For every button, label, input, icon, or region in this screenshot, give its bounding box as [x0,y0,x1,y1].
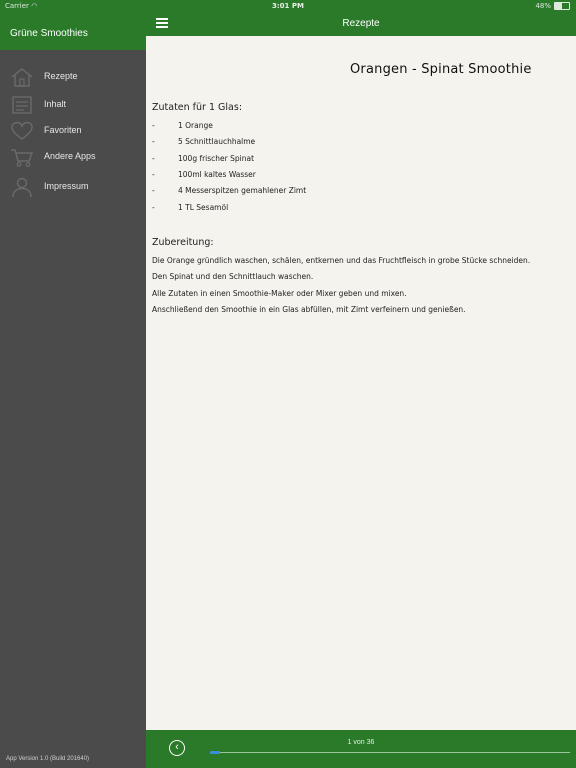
sidebar-title: Grüne Smoothies [10,28,88,39]
sidebar-item-andere-apps[interactable]: Andere Apps [0,146,146,170]
ingredient-text: 100g frischer Spinat [178,154,255,163]
ingredient-text: 1 TL Sesamöl [178,203,229,212]
preparation-step: Die Orange gründlich waschen, schälen, e… [152,256,531,265]
page-slider-track[interactable] [210,752,570,753]
sidebar-item-label: Impressum [44,181,89,191]
preparation-heading: Zubereitung: [152,237,214,248]
battery-icon [554,2,570,10]
ingredient-text: 4 Messerspitzen gemahlener Zimt [178,186,307,195]
list-dash: - [152,154,155,163]
list-dash: - [152,121,155,130]
sidebar-item-label: Rezepte [44,71,78,81]
shopping-cart-icon [10,146,34,168]
list-dash: - [152,137,155,146]
navigation-bar: Rezepte [146,12,576,36]
battery-percent: 48% [535,2,551,10]
preparation-step: Alle Zutaten in einen Smoothie-Maker ode… [152,289,407,298]
person-icon [10,176,34,198]
page-indicator: 1 von 36 [347,739,375,746]
house-icon [10,66,34,88]
page-slider-fill [210,751,220,754]
list-dash: - [152,203,155,212]
status-bar: Carrier ◠ 3:01 PM 48% [0,0,576,12]
sidebar-item-label: Favoriten [44,125,82,135]
page-title: Rezepte [342,18,380,29]
ingredient-text: 100ml kaltes Wasser [178,170,256,179]
preparation-step: Den Spinat und den Schnittlauch waschen. [152,272,314,281]
list-dash: - [152,170,155,179]
ingredient-text: 1 Orange [178,121,213,130]
pager-bar: ‹ 1 von 36 [146,730,576,768]
sidebar: Grüne Smoothies Rezepte Inhalt Favoriten… [0,0,146,768]
status-time: 3:01 PM [272,2,304,10]
ingredients-heading: Zutaten für 1 Glas: [152,102,243,113]
sidebar-item-label: Andere Apps [44,151,96,161]
list-dash: - [152,186,155,195]
sidebar-item-rezepte[interactable]: Rezepte [0,66,146,90]
sidebar-item-label: Inhalt [44,99,67,109]
heart-icon [10,120,34,142]
contents-icon [10,94,34,116]
status-battery: 48% [535,2,570,10]
preparation-step: Anschließend den Smoothie in ein Glas ab… [152,305,466,314]
sidebar-item-impressum[interactable]: Impressum [0,176,146,200]
app-version: App Version 1.0 (Build 201640) [6,756,90,762]
ingredient-text: 5 Schnittlauchhalme [178,137,256,146]
sidebar-item-inhalt[interactable]: Inhalt [0,94,146,118]
sidebar-item-favoriten[interactable]: Favoriten [0,120,146,144]
recipe-title: Orangen - Spinat Smoothie [350,62,532,77]
recipe-content: Orangen - Spinat Smoothie Zutaten für 1 … [146,36,576,730]
